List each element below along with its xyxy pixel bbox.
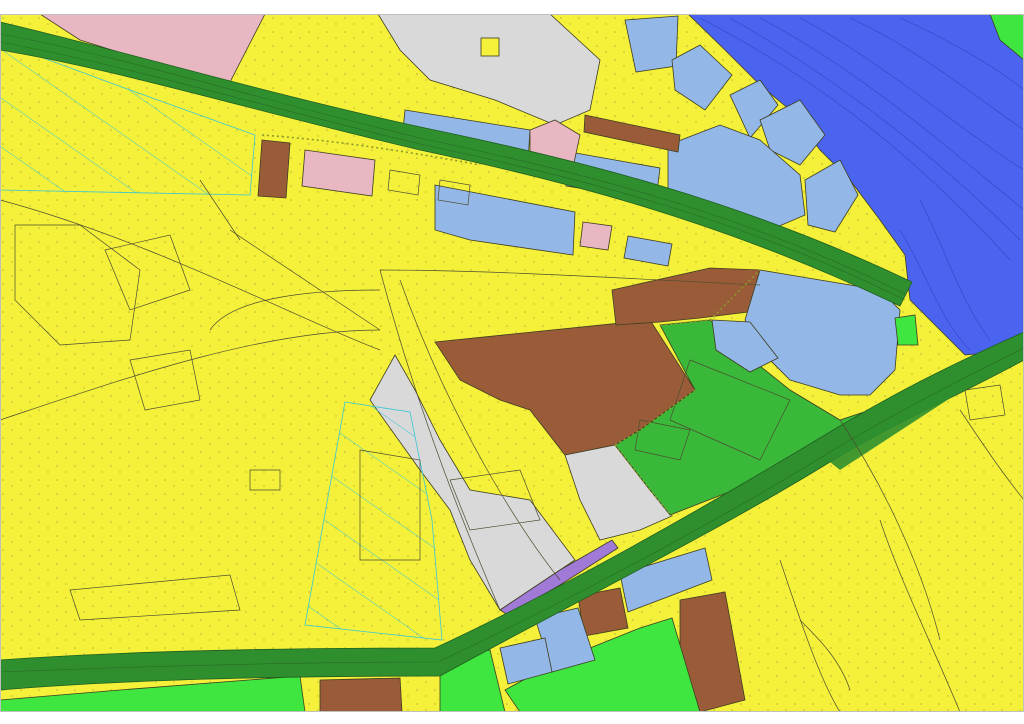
land-use-map[interactable] <box>0 0 1024 724</box>
commercial-lot-west[interactable] <box>257 139 291 199</box>
special-use-lot-3[interactable] <box>579 221 613 251</box>
commercial-lot-south-3[interactable] <box>319 677 403 712</box>
small-yellow-lot[interactable] <box>480 37 500 57</box>
green-lot-east[interactable] <box>894 314 919 346</box>
map-frame <box>0 0 1024 724</box>
